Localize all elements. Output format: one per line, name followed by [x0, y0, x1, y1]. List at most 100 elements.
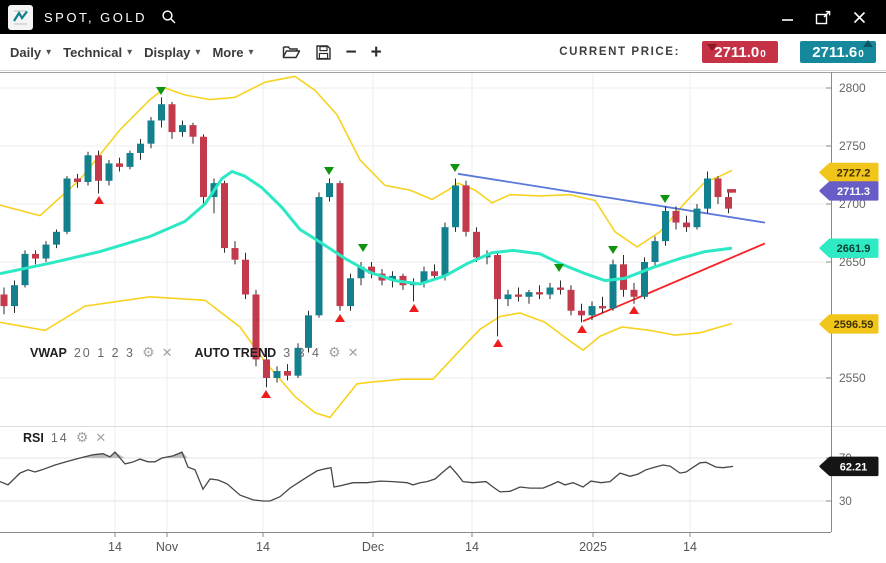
- last-price-dash: [727, 189, 736, 193]
- display-dropdown[interactable]: Display ▾: [144, 45, 200, 60]
- vwap-indicator-label: VWAP 20 1 2 3 ⚙ ✕: [30, 346, 172, 360]
- candle: [599, 306, 606, 308]
- buy-signal-triangle-icon: [629, 306, 639, 314]
- x-axis-label: Dec: [362, 540, 384, 554]
- chart-canvas[interactable]: 14Nov14Dec142025142800275027002650260025…: [0, 0, 886, 563]
- candle: [200, 137, 207, 197]
- candle: [85, 155, 92, 182]
- x-axis-label: 14: [683, 540, 697, 554]
- candle: [284, 371, 291, 376]
- sell-price-frac: 0: [760, 47, 766, 63]
- save-icon[interactable]: [315, 44, 332, 61]
- candle: [431, 271, 438, 276]
- candle: [536, 292, 543, 294]
- buy-price-frac: 0: [858, 47, 864, 63]
- sell-signal-triangle-icon: [660, 195, 670, 203]
- auto-trend-remove-icon[interactable]: ✕: [348, 347, 359, 360]
- candle: [221, 183, 228, 248]
- popout-window-button[interactable]: [810, 6, 836, 28]
- candle: [316, 197, 323, 315]
- buy-signal-triangle-icon: [335, 314, 345, 322]
- vwap-settings-gear-icon[interactable]: ⚙: [142, 346, 155, 360]
- close-button[interactable]: [846, 6, 872, 28]
- candle: [683, 223, 690, 228]
- candle: [263, 359, 270, 378]
- lower-band-badge-value: 2596.59: [834, 319, 874, 331]
- sell-signal-triangle-icon: [608, 246, 618, 254]
- chevron-down-icon: ▾: [127, 47, 132, 58]
- open-folder-icon[interactable]: [282, 44, 301, 60]
- trading-app-window: 14Nov14Dec142025142800275027002650260025…: [0, 0, 886, 563]
- auto-trend-indicator-label: AUTO TREND 3 3 4 ⚙ ✕: [194, 346, 358, 360]
- candle: [169, 104, 176, 132]
- x-axis-label: 2025: [579, 540, 607, 554]
- candle: [652, 241, 659, 262]
- zoom-in-icon[interactable]: +: [371, 43, 382, 62]
- chevron-down-icon: ▾: [249, 47, 254, 58]
- sell-signal-triangle-icon: [358, 244, 368, 252]
- buy-signal-triangle-icon: [409, 304, 419, 312]
- timeframe-dropdown-label: Daily: [10, 45, 41, 60]
- candle: [74, 178, 81, 181]
- chevron-down-icon: ▾: [195, 47, 200, 58]
- candle: [505, 294, 512, 299]
- chart-area: 14Nov14Dec142025142800275027002650260025…: [0, 0, 886, 563]
- zoom-out-icon[interactable]: −: [346, 43, 357, 62]
- search-icon[interactable]: [161, 9, 177, 25]
- more-dropdown[interactable]: More ▾: [212, 45, 253, 60]
- candle: [305, 315, 312, 347]
- candle: [1, 294, 8, 306]
- title-bar: SPOT, GOLD: [0, 0, 886, 34]
- candle: [526, 292, 533, 297]
- candle: [473, 232, 480, 258]
- sell-signal-triangle-icon: [450, 164, 460, 172]
- sell-price-button[interactable]: 2711.00: [702, 41, 778, 63]
- buy-signal-triangle-icon: [94, 196, 104, 204]
- x-axis-label: 14: [256, 540, 270, 554]
- sell-signal-triangle-icon: [324, 167, 334, 175]
- timeframe-dropdown[interactable]: Daily ▾: [10, 45, 51, 60]
- rsi-settings-gear-icon[interactable]: ⚙: [76, 431, 89, 445]
- sell-price-value: 2711.0: [714, 44, 759, 61]
- vwap-remove-icon[interactable]: ✕: [162, 347, 173, 360]
- auto-trend-settings-gear-icon[interactable]: ⚙: [328, 346, 341, 360]
- current-price-label: CURRENT PRICE:: [559, 46, 680, 58]
- candle: [463, 185, 470, 231]
- current-price-badge-value: 2711.3: [837, 186, 870, 198]
- candle: [557, 288, 564, 290]
- candle: [148, 120, 155, 143]
- candle: [662, 211, 669, 241]
- candle: [631, 290, 638, 297]
- app-logo-icon: [8, 5, 33, 30]
- candle: [43, 245, 50, 259]
- rsi-params: 14: [51, 431, 69, 445]
- minimize-button[interactable]: [774, 6, 800, 28]
- vwap-name: VWAP: [30, 346, 67, 360]
- candle: [158, 104, 165, 120]
- price-axis-label: 2800: [839, 81, 866, 95]
- candle: [578, 311, 585, 316]
- candle: [95, 155, 102, 181]
- candle: [179, 125, 186, 132]
- rsi-remove-icon[interactable]: ✕: [95, 432, 106, 445]
- price-axis-label: 2550: [839, 371, 866, 385]
- candle: [494, 255, 501, 299]
- candle: [704, 178, 711, 208]
- candle: [725, 197, 732, 209]
- candle: [694, 209, 701, 228]
- vwap-params: 20 1 2 3: [74, 346, 135, 360]
- candle: [589, 306, 596, 315]
- buy-price-value: 2711.6: [812, 44, 857, 61]
- candle: [127, 153, 134, 167]
- candle: [641, 262, 648, 297]
- buy-signal-triangle-icon: [493, 339, 503, 347]
- candle: [326, 183, 333, 197]
- bollinger-upper-line: [0, 76, 732, 247]
- technical-dropdown[interactable]: Technical ▾: [63, 45, 132, 60]
- candle: [53, 232, 60, 245]
- candle: [452, 185, 459, 227]
- buy-price-button[interactable]: 2711.60: [800, 41, 876, 63]
- main-indicator-labels: VWAP 20 1 2 3 ⚙ ✕ AUTO TREND 3 3 4 ⚙ ✕: [30, 346, 358, 360]
- vwap-badge-value: 2661.9: [837, 243, 871, 255]
- auto-trend-name: AUTO TREND: [194, 346, 276, 360]
